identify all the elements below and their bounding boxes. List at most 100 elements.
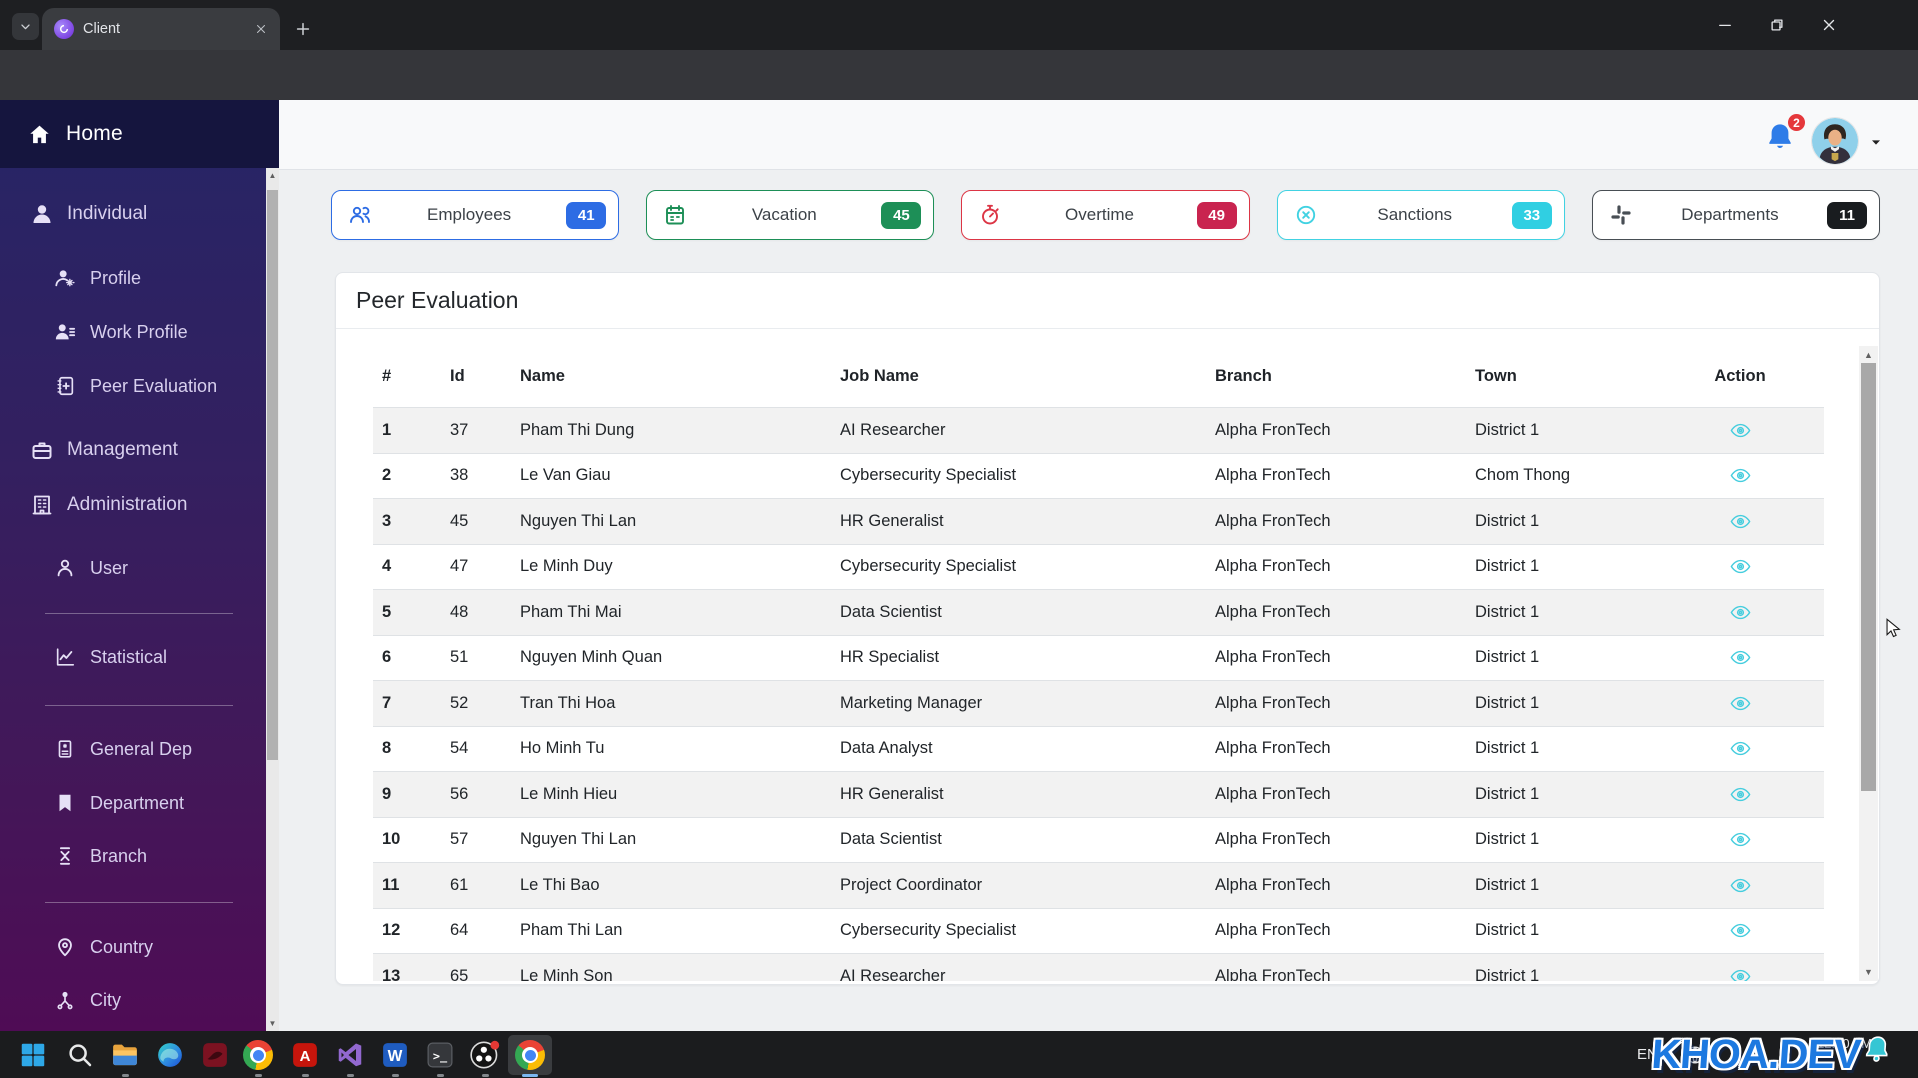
table-cell: 47 [450, 557, 469, 576]
word-icon: W [380, 1040, 410, 1070]
table-cell: District 1 [1475, 739, 1540, 758]
taskbar-app-media-app[interactable] [197, 1037, 233, 1073]
table-cell: Alpha FronTech [1215, 693, 1331, 712]
table-cell: District 1 [1475, 511, 1540, 530]
table-cell: Nguyen Thi Lan [520, 511, 637, 530]
view-button[interactable] [1729, 783, 1752, 806]
sidebar-item-general-dep[interactable]: General Dep [0, 728, 262, 770]
table-row[interactable]: 1 37 Pham Thi Dung AI Researcher Alpha FronT… [373, 408, 1824, 454]
sidebar-item-user[interactable]: User [0, 547, 262, 589]
scroll-down-icon[interactable]: ▼ [1859, 967, 1878, 977]
sidebar-scrollbar[interactable]: ▲ ▼ [266, 168, 279, 1031]
user-avatar[interactable] [1812, 118, 1858, 164]
table-cell: Alpha FronTech [1215, 875, 1331, 894]
sidebar-item-individual[interactable]: Individual [0, 193, 262, 235]
table-row[interactable]: 13 65 Le Minh Son AI Researcher Alpha FronTe… [373, 954, 1824, 981]
stat-card-overtime[interactable]: Overtime 49 [961, 190, 1250, 240]
stat-cards-row: Employees 41 Vacation 45 Overtime 49 Sanctions… [331, 190, 1881, 240]
taskbar-app-terminal[interactable]: >_ [422, 1037, 458, 1073]
sidebar-item-department[interactable]: Department [0, 782, 262, 824]
tab-close-icon[interactable] [252, 20, 270, 38]
table-row[interactable]: 4 47 Le Minh Duy Cybersecurity Specialist Al… [373, 544, 1824, 590]
sidebar-divider [45, 613, 233, 614]
sidebar: Home Individual Profile Work Profile Peer E… [0, 100, 279, 1031]
sidebar-item-administration[interactable]: Administration [0, 484, 262, 526]
table-row[interactable]: 7 52 Tran Thi Hoa Marketing Manager Alpha Fr… [373, 681, 1824, 727]
table-row[interactable]: 10 57 Nguyen Thi Lan Data Scientist Alpha Fr… [373, 817, 1824, 863]
stat-card-employees[interactable]: Employees 41 [331, 190, 620, 240]
stat-card-sanctions[interactable]: Sanctions 33 [1276, 190, 1565, 240]
window-maximize-button[interactable] [1754, 9, 1800, 41]
scroll-up-icon[interactable]: ▲ [1859, 350, 1878, 360]
minimize-icon [1716, 16, 1734, 34]
sidebar-item-statistical[interactable]: Statistical [0, 636, 262, 678]
window-close-button[interactable] [1806, 9, 1852, 41]
sidebar-item-label: Profile [90, 267, 142, 288]
sidebar-item-branch[interactable]: Branch [0, 835, 262, 877]
new-tab-button[interactable] [290, 16, 316, 42]
view-button[interactable] [1729, 510, 1752, 533]
sidebar-item-peer-evaluation[interactable]: Peer Evaluation [0, 365, 262, 407]
sidebar-item-management[interactable]: Management [0, 429, 262, 471]
sidebar-item-profile[interactable]: Profile [0, 257, 262, 299]
column-header-action[interactable]: Action [1656, 367, 1824, 386]
taskbar-app-chrome[interactable] [240, 1037, 276, 1073]
view-button[interactable] [1729, 965, 1752, 981]
view-button[interactable] [1729, 646, 1752, 669]
tab-list-chevron-button[interactable] [12, 13, 39, 40]
view-button[interactable] [1729, 692, 1752, 715]
column-header-id[interactable]: Id [441, 367, 511, 386]
column-header-branch[interactable]: Branch [1206, 367, 1466, 386]
table-cell: 13 [382, 966, 401, 981]
taskbar-app-visual-studio[interactable] [332, 1037, 368, 1073]
table-row[interactable]: 8 54 Ho Minh Tu Data Analyst Alpha FronTech D… [373, 726, 1824, 772]
table-row[interactable]: 12 64 Pham Thi Lan Cybersecurity Specialist… [373, 908, 1824, 954]
mouse-cursor [1882, 616, 1904, 640]
sidebar-scrollbar-thumb[interactable] [267, 190, 278, 760]
column-header-town[interactable]: Town [1466, 367, 1656, 386]
sidebar-item-work-profile[interactable]: Work Profile [0, 311, 262, 353]
sidebar-item-home[interactable]: Home [0, 100, 279, 168]
column-header-job-name[interactable]: Job Name [831, 367, 1206, 386]
view-button[interactable] [1729, 828, 1752, 851]
taskbar-app-windows-start[interactable] [15, 1037, 51, 1073]
view-button[interactable] [1729, 874, 1752, 897]
sidebar-item-city[interactable]: City [0, 979, 262, 1021]
view-button[interactable] [1729, 737, 1752, 760]
view-button[interactable] [1729, 601, 1752, 624]
taskbar-app-acrobat[interactable]: A [287, 1037, 323, 1073]
account-menu-caret[interactable] [1868, 134, 1884, 150]
table-row[interactable]: 5 48 Pham Thi Mai Data Scientist Alpha FronT… [373, 590, 1824, 636]
table-scrollbar[interactable]: ▲ ▼ [1859, 346, 1878, 981]
window-minimize-button[interactable] [1702, 9, 1748, 41]
browser-tab[interactable]: Client [42, 8, 280, 50]
table-row[interactable]: 9 56 Le Minh Hieu HR Generalist Alpha FronTe… [373, 772, 1824, 818]
running-app-indicator [346, 1074, 354, 1077]
table-row[interactable]: 6 51 Nguyen Minh Quan HR Specialist Alpha Fr… [373, 635, 1824, 681]
taskbar-app-obs[interactable] [467, 1037, 503, 1073]
taskbar-app-word[interactable]: W [377, 1037, 413, 1073]
table-cell: District 1 [1475, 966, 1540, 981]
table-row[interactable]: 3 45 Nguyen Thi Lan HR Generalist Alpha Fron… [373, 499, 1824, 545]
scroll-down-icon[interactable]: ▼ [266, 1019, 279, 1028]
view-button[interactable] [1729, 555, 1752, 578]
table-row[interactable]: 11 61 Le Thi Bao Project Coordinator Alpha F… [373, 863, 1824, 909]
column-header-name[interactable]: Name [511, 367, 831, 386]
taskbar-app-file-explorer[interactable] [107, 1037, 143, 1073]
taskbar-app-search[interactable] [62, 1037, 98, 1073]
taskbar-app-chrome-active[interactable] [512, 1037, 548, 1073]
view-button[interactable] [1729, 419, 1752, 442]
stat-card-vacation[interactable]: Vacation 45 [646, 190, 935, 240]
table-scrollbar-thumb[interactable] [1861, 363, 1876, 791]
column-header--[interactable]: # [373, 367, 441, 386]
stat-card-departments[interactable]: Departments 11 [1591, 190, 1881, 240]
table-cell: Pham Thi Lan [520, 921, 623, 940]
table-cell: Ho Minh Tu [520, 739, 605, 758]
scroll-up-icon[interactable]: ▲ [266, 171, 279, 180]
taskbar-app-edge[interactable] [152, 1037, 188, 1073]
view-button[interactable] [1729, 464, 1752, 487]
table-row[interactable]: 2 38 Le Van Giau Cybersecurity Specialist Al… [373, 453, 1824, 499]
sidebar-item-country[interactable]: Country [0, 926, 262, 968]
table-cell: Alpha FronTech [1215, 466, 1331, 485]
view-button[interactable] [1729, 919, 1752, 942]
